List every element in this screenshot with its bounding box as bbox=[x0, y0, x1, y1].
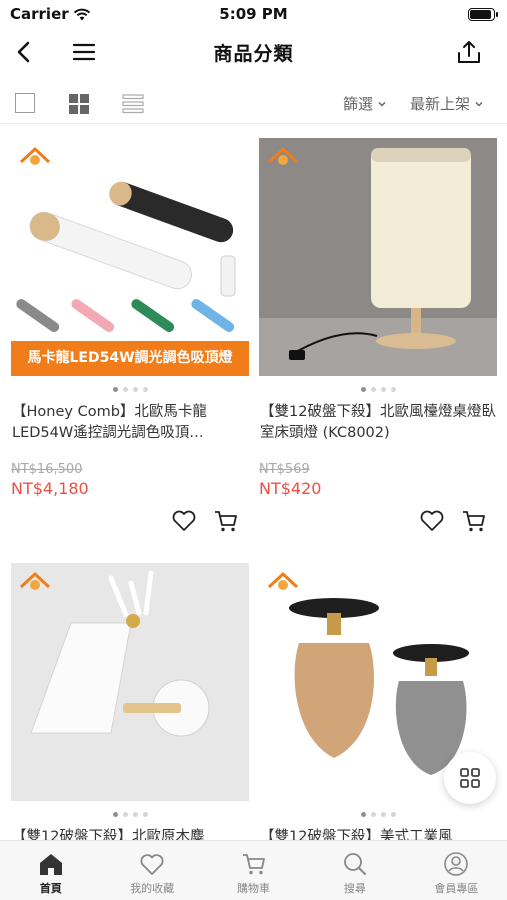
chevron-down-icon bbox=[378, 101, 386, 107]
page-title: 商品分類 bbox=[213, 43, 294, 65]
tab-label: 首頁 bbox=[39, 882, 62, 895]
pager-dot bbox=[122, 386, 128, 392]
filter-button[interactable]: 篩選 bbox=[343, 93, 387, 114]
brand-logo bbox=[19, 146, 51, 165]
tab-home[interactable]: 首頁 bbox=[0, 841, 101, 900]
nav-bar: 商品分類 bbox=[0, 28, 507, 76]
pager-dot bbox=[112, 386, 118, 392]
pager-dot bbox=[370, 811, 376, 817]
search-icon bbox=[344, 853, 366, 875]
sort-button[interactable]: 最新上架 bbox=[410, 93, 484, 114]
heart-icon[interactable] bbox=[419, 508, 445, 534]
heart-icon bbox=[140, 854, 164, 875]
brand-logo bbox=[267, 146, 299, 165]
brand-logo bbox=[19, 571, 51, 590]
pager-dot bbox=[380, 811, 386, 817]
pager-dot bbox=[390, 811, 396, 817]
tab-label: 購物車 bbox=[237, 882, 271, 895]
product-image[interactable]: 馬卡龍LED54W調光調色吸頂燈 bbox=[11, 138, 249, 376]
pager-dot bbox=[142, 386, 148, 392]
tab-cart[interactable]: 購物車 bbox=[203, 841, 304, 900]
filter-label: 篩選 bbox=[343, 95, 374, 113]
card-actions bbox=[259, 498, 497, 542]
pager-dot bbox=[390, 386, 396, 392]
sale-price: NT$420 bbox=[259, 479, 322, 498]
cart-icon bbox=[242, 854, 265, 875]
list-view-icon[interactable] bbox=[122, 93, 144, 115]
share-icon bbox=[458, 41, 480, 63]
pager-dot bbox=[122, 811, 128, 817]
status-time: 5:09 PM bbox=[219, 5, 288, 23]
pager-dot bbox=[142, 811, 148, 817]
image-pager bbox=[11, 801, 249, 827]
tab-label: 會員專區 bbox=[434, 882, 479, 895]
floating-grid-button[interactable] bbox=[444, 752, 496, 804]
original-price: NT$16,500 bbox=[11, 462, 83, 477]
image-pager bbox=[259, 801, 497, 827]
tab-bar: 首頁 我的收藏 購物車 搜尋 會員專區 bbox=[0, 840, 507, 900]
pager-dot bbox=[112, 811, 118, 817]
cart-icon[interactable] bbox=[461, 508, 487, 534]
pager-dot bbox=[380, 386, 386, 392]
pager-dot bbox=[132, 811, 138, 817]
pager-dot bbox=[360, 386, 366, 392]
tab-member[interactable]: 會員專區 bbox=[406, 841, 507, 900]
cart-icon[interactable] bbox=[213, 508, 239, 534]
pager-dot bbox=[370, 386, 376, 392]
card-actions bbox=[11, 498, 249, 542]
tab-label: 搜尋 bbox=[343, 882, 366, 895]
sale-price: NT$4,180 bbox=[11, 479, 89, 498]
sort-label: 最新上架 bbox=[410, 95, 471, 113]
product-title[interactable]: 【Honey Comb】北歐馬卡龍LED54W遙控調光調色吸頂… bbox=[11, 402, 249, 448]
product-banner: 馬卡龍LED54W調光調色吸頂燈 bbox=[27, 350, 233, 366]
tab-label: 我的收藏 bbox=[130, 882, 175, 895]
chevron-down-icon bbox=[475, 101, 483, 107]
brand-logo bbox=[267, 571, 299, 590]
product-card[interactable]: 【雙12破盤下殺】北歐原木麋 bbox=[11, 563, 249, 873]
status-bar: Carrier 5:09 PM bbox=[0, 0, 507, 28]
user-icon bbox=[444, 852, 469, 876]
share-button[interactable] bbox=[451, 34, 487, 70]
single-view-icon[interactable] bbox=[15, 93, 35, 113]
tab-favorites[interactable]: 我的收藏 bbox=[101, 841, 202, 900]
image-pager bbox=[259, 376, 497, 402]
grid-icon bbox=[460, 768, 480, 788]
home-icon bbox=[39, 854, 62, 875]
product-title[interactable]: 【雙12破盤下殺】北歐風檯燈桌燈臥室床頭燈 (KC8002) bbox=[259, 402, 497, 448]
pager-dot bbox=[132, 386, 138, 392]
heart-icon[interactable] bbox=[171, 508, 197, 534]
product-image[interactable] bbox=[259, 138, 497, 376]
battery-icon bbox=[468, 8, 498, 21]
original-price: NT$569 bbox=[259, 462, 310, 477]
pager-dot bbox=[360, 811, 366, 817]
product-card[interactable]: 馬卡龍LED54W調光調色吸頂燈 【Honey Comb】北歐馬卡龍LED54W… bbox=[11, 138, 249, 542]
grid-view-icon[interactable] bbox=[68, 93, 90, 115]
view-toolbar: 篩選 最新上架 bbox=[0, 84, 507, 124]
product-image[interactable] bbox=[11, 563, 249, 801]
product-card[interactable]: 【雙12破盤下殺】美式工業風 bbox=[259, 563, 497, 873]
product-card[interactable]: 【雙12破盤下殺】北歐風檯燈桌燈臥室床頭燈 (KC8002) NT$569 NT… bbox=[259, 138, 497, 542]
image-pager bbox=[11, 376, 249, 402]
tab-search[interactable]: 搜尋 bbox=[304, 841, 405, 900]
